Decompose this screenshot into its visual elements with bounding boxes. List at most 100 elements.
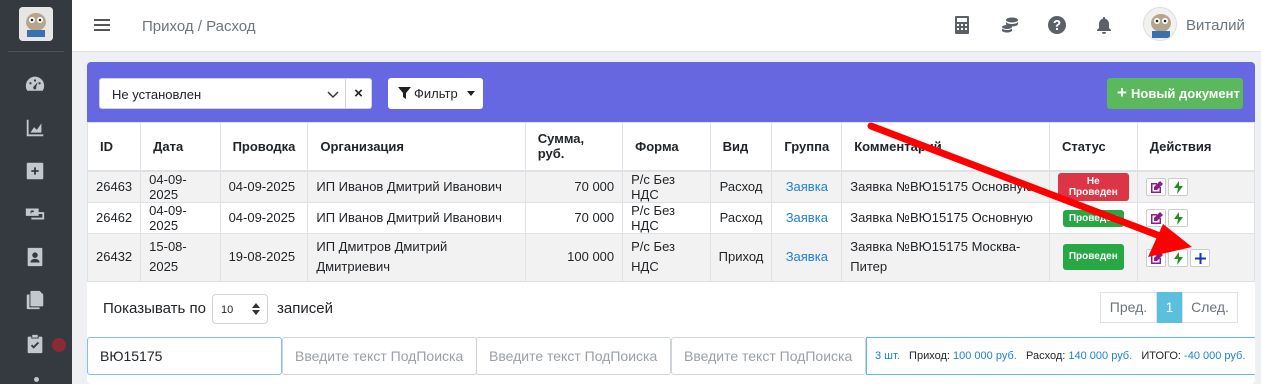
money-exchange-icon[interactable]	[24, 203, 46, 225]
subsearch-input-3[interactable]: Введите текст ПодПоиска	[476, 337, 671, 375]
table-row[interactable]: 26432 15-08-2025 19-08-2025 ИП Дмитров Д…	[87, 232, 1255, 282]
status-select[interactable]: Не установлен	[99, 78, 346, 109]
edit-button[interactable]	[1145, 177, 1166, 196]
new-document-label: Новый документ	[1131, 86, 1240, 101]
subsearch-input-2[interactable]: Введите текст ПодПоиска	[282, 337, 477, 375]
col-header-group[interactable]: Группа	[771, 122, 843, 172]
prev-page-button[interactable]: Пред.	[1100, 292, 1157, 323]
cell-org: ИП Иванов Дмитрий Иванович	[307, 201, 526, 234]
col-header-posting[interactable]: Проводка	[219, 122, 309, 172]
app-logo[interactable]	[19, 7, 53, 41]
caret-down-icon	[467, 91, 475, 96]
plus-square-icon[interactable]	[24, 160, 46, 182]
cell-id: 26462	[87, 201, 142, 234]
status-select-value: Не установлен	[112, 87, 202, 102]
cell-comment: Заявка №ВЮ15175 Москва-Питер	[841, 232, 1050, 282]
cell-group-link[interactable]: Заявка	[771, 201, 843, 234]
cell-sum: 70 000	[524, 201, 624, 234]
top-navbar: Приход / Расход Виталий	[72, 0, 1261, 52]
bell-icon[interactable]	[1094, 15, 1114, 35]
totals-count: 3 шт.	[875, 350, 900, 362]
notification-dot	[52, 338, 66, 352]
subsearch-placeholder: Введите текст ПодПоиска	[489, 348, 658, 364]
avatar[interactable]	[1143, 7, 1177, 41]
status-badge: Не Проведен	[1057, 172, 1129, 201]
edit-icon	[1150, 180, 1163, 193]
cell-status: Не Проведен	[1048, 170, 1138, 203]
cell-status: Проведен	[1048, 201, 1138, 234]
page-length-value: 10	[221, 304, 234, 316]
cell-actions	[1136, 232, 1255, 282]
cell-date: 04-09-2025	[140, 201, 221, 234]
page-length-select[interactable]: 10	[212, 294, 268, 324]
table-row[interactable]: 26463 04-09-2025 04-09-2025 ИП Иванов Дм…	[87, 170, 1255, 203]
total-value: -40 000 руб.	[1184, 350, 1246, 362]
cell-comment: Заявка №ВЮ15175 Основную	[841, 170, 1050, 203]
income-label: Приход:	[909, 350, 950, 362]
coins-icon[interactable]	[1000, 15, 1020, 35]
filter-button[interactable]: Фильтр	[388, 78, 483, 109]
cell-comment: Заявка №ВЮ15175 Основную	[841, 201, 1050, 234]
subsearch-placeholder: Введите текст ПодПоиска	[295, 348, 464, 364]
col-header-sum[interactable]: Сумма, руб.	[524, 122, 624, 172]
contact-card-icon[interactable]	[24, 246, 46, 268]
calculator-icon[interactable]	[952, 15, 972, 35]
cell-date: 04-09-2025	[140, 170, 221, 203]
new-document-button[interactable]: + Новый документ	[1107, 78, 1243, 109]
table-row[interactable]: 26462 04-09-2025 04-09-2025 ИП Иванов Дм…	[87, 201, 1255, 234]
edit-button[interactable]	[1145, 248, 1166, 267]
sidebar	[0, 0, 72, 384]
post-button[interactable]	[1167, 208, 1188, 227]
cell-group-link[interactable]: Заявка	[771, 232, 843, 282]
more-icon[interactable]	[34, 377, 39, 382]
col-header-form[interactable]: Форма	[622, 122, 711, 172]
cell-actions	[1136, 170, 1255, 203]
clipboard-check-icon[interactable]	[24, 333, 46, 355]
cell-form: Р/с Без НДС	[622, 201, 711, 234]
col-header-id[interactable]: ID	[87, 122, 142, 172]
page-length-label: Показывать по	[103, 300, 206, 317]
edit-icon	[1150, 251, 1163, 264]
col-header-date[interactable]: Дата	[140, 122, 221, 172]
col-header-comment[interactable]: Комментарий	[841, 122, 1050, 172]
edit-button[interactable]	[1145, 208, 1166, 227]
bolt-icon	[1173, 211, 1183, 225]
help-icon[interactable]	[1047, 15, 1067, 35]
copy-icon[interactable]	[24, 289, 46, 311]
card-toolbar: Не установлен × Фильтр + Новый документ	[87, 62, 1255, 122]
page-1-button[interactable]: 1	[1157, 292, 1182, 323]
cell-id: 26432	[87, 232, 142, 282]
cell-kind: Приход	[709, 232, 773, 282]
cell-group-link[interactable]: Заявка	[771, 170, 843, 203]
edit-icon	[1150, 211, 1163, 224]
col-header-kind[interactable]: Вид	[709, 122, 773, 172]
post-button[interactable]	[1167, 248, 1188, 267]
subsearch-input-4[interactable]: Введите текст ПодПоиска	[671, 337, 866, 375]
sidebar-divider	[8, 51, 64, 52]
cell-sum: 70 000	[524, 170, 624, 203]
status-badge: Проведен	[1062, 244, 1124, 270]
menu-toggle-icon[interactable]	[94, 17, 110, 33]
clear-select-button[interactable]: ×	[346, 78, 372, 109]
documents-card: Не установлен × Фильтр + Новый документ …	[87, 62, 1255, 384]
add-button[interactable]	[1189, 248, 1210, 267]
income-value: 100 000 руб.	[953, 350, 1017, 362]
updown-icon	[251, 302, 261, 316]
status-badge: Проведен	[1062, 209, 1124, 227]
cell-posting: 04-09-2025	[219, 170, 309, 203]
chart-icon[interactable]	[24, 117, 46, 139]
user-name[interactable]: Виталий	[1186, 17, 1245, 34]
expense-label: Расход:	[1025, 350, 1066, 362]
totals-summary: 3 шт. Приход: 100 000 руб. Расход: 140 0…	[866, 337, 1255, 375]
next-page-button[interactable]: След.	[1182, 292, 1238, 323]
cell-org: ИП Дмитров Дмитрий Дмитриевич	[307, 232, 526, 282]
cell-sum: 100 000	[524, 232, 624, 282]
post-button[interactable]	[1167, 177, 1188, 196]
dashboard-icon[interactable]	[24, 73, 46, 95]
col-header-org[interactable]: Организация	[307, 122, 526, 172]
plus-icon: +	[1117, 83, 1127, 102]
col-header-status[interactable]: Статус	[1048, 122, 1138, 172]
filter-label: Фильтр	[414, 86, 458, 101]
cell-actions	[1136, 201, 1255, 234]
subsearch-input-1[interactable]: ВЮ15175	[87, 337, 282, 375]
